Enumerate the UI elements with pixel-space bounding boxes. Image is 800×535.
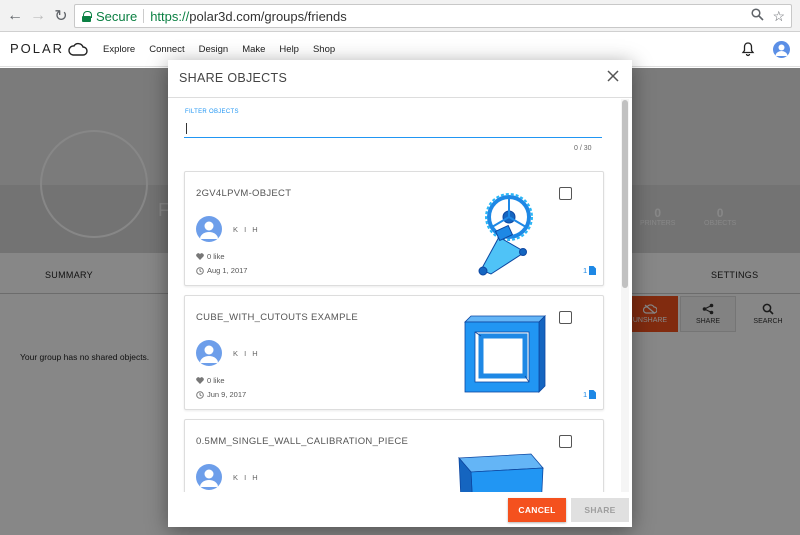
url-scheme: https://	[150, 8, 190, 24]
owner-name: K I H	[233, 473, 260, 482]
model-thumbnail-box	[458, 453, 544, 492]
nav-design[interactable]: Design	[199, 44, 229, 55]
owner-name: K I H	[233, 349, 260, 358]
url-path: polar3d.com/groups/friends	[189, 8, 347, 24]
nav-connect[interactable]: Connect	[149, 44, 184, 55]
object-card[interactable]: 0.5MM_SINGLE_WALL_CALIBRATION_PIECE K I …	[184, 419, 604, 492]
modal-footer: CANCEL SHARE	[168, 492, 632, 527]
cancel-button[interactable]: CANCEL	[508, 498, 566, 522]
file-icon	[589, 266, 597, 275]
likes-label: 0 like	[207, 252, 225, 261]
main-nav: Explore Connect Design Make Help Shop	[103, 44, 335, 55]
filter-counter: 0 / 30	[574, 145, 592, 152]
owner-avatar	[196, 216, 222, 242]
likes-count: 0 like	[196, 376, 225, 385]
close-icon[interactable]	[606, 69, 620, 83]
heart-icon	[196, 377, 204, 384]
filter-objects-input[interactable]	[184, 120, 602, 138]
upload-date: Jun 9, 2017	[196, 390, 246, 399]
likes-count: 0 like	[196, 252, 225, 261]
forward-arrow-icon[interactable]: →	[27, 5, 49, 27]
likes-label: 0 like	[207, 376, 225, 385]
bookmark-star-icon[interactable]: ☆	[772, 8, 785, 25]
scrollbar-thumb[interactable]	[622, 100, 628, 288]
owner-avatar	[196, 464, 222, 490]
user-avatar[interactable]	[773, 41, 790, 58]
owner-avatar	[196, 340, 222, 366]
clock-icon	[196, 390, 204, 399]
nav-explore[interactable]: Explore	[103, 44, 135, 55]
object-card[interactable]: 2GV4LPVM-OBJECT K I H 0 like Aug 1, 2017…	[184, 171, 604, 286]
notifications-bell-icon[interactable]	[740, 41, 756, 57]
secure-label: Secure	[96, 8, 138, 24]
back-arrow-icon[interactable]: ←	[4, 5, 26, 27]
nav-make[interactable]: Make	[242, 44, 265, 55]
polar-logo[interactable]: POLAR	[10, 41, 88, 56]
object-name: 2GV4LPVM-OBJECT	[196, 188, 292, 199]
share-objects-modal: SHARE OBJECTS FILTER OBJECTS 0 / 30 2GV4…	[168, 60, 632, 527]
owner-name: K I H	[233, 225, 260, 234]
address-separator	[143, 9, 145, 23]
date-label: Jun 9, 2017	[207, 390, 247, 399]
share-button[interactable]: SHARE	[571, 498, 629, 522]
filter-label: FILTER OBJECTS	[185, 109, 239, 115]
lock-icon	[82, 10, 92, 22]
file-count: 1	[583, 266, 597, 275]
modal-body: FILTER OBJECTS 0 / 30 2GV4LPVM-OBJECT K …	[168, 99, 620, 492]
modal-header: SHARE OBJECTS	[168, 60, 632, 98]
nav-shop[interactable]: Shop	[313, 44, 335, 55]
text-caret	[186, 123, 187, 134]
file-count: 1	[583, 390, 597, 399]
date-label: Aug 1, 2017	[207, 266, 248, 275]
file-icon	[589, 390, 597, 399]
logo-text: POLAR	[10, 41, 65, 56]
object-name: 0.5MM_SINGLE_WALL_CALIBRATION_PIECE	[196, 436, 409, 447]
modal-title: SHARE OBJECTS	[179, 71, 288, 85]
file-count-value: 1	[583, 266, 588, 275]
address-bar[interactable]: Secure https://polar3d.com/groups/friend…	[74, 4, 792, 28]
model-thumbnail-gear	[478, 193, 533, 276]
cloud-logo-icon	[68, 42, 88, 56]
object-name: CUBE_WITH_CUTOUTS EXAMPLE	[196, 312, 358, 323]
file-count-value: 1	[583, 390, 588, 399]
modal-scrollbar[interactable]	[621, 99, 629, 492]
clock-icon	[196, 266, 204, 275]
nav-help[interactable]: Help	[279, 44, 299, 55]
zoom-icon[interactable]	[751, 7, 765, 25]
reload-icon[interactable]: ↻	[50, 5, 72, 27]
heart-icon	[196, 253, 204, 260]
model-thumbnail-cube	[464, 315, 546, 393]
object-card[interactable]: CUBE_WITH_CUTOUTS EXAMPLE K I H 0 like J…	[184, 295, 604, 410]
upload-date: Aug 1, 2017	[196, 266, 247, 275]
browser-toolbar: ← → ↻ Secure https://polar3d.com/groups/…	[0, 0, 800, 32]
